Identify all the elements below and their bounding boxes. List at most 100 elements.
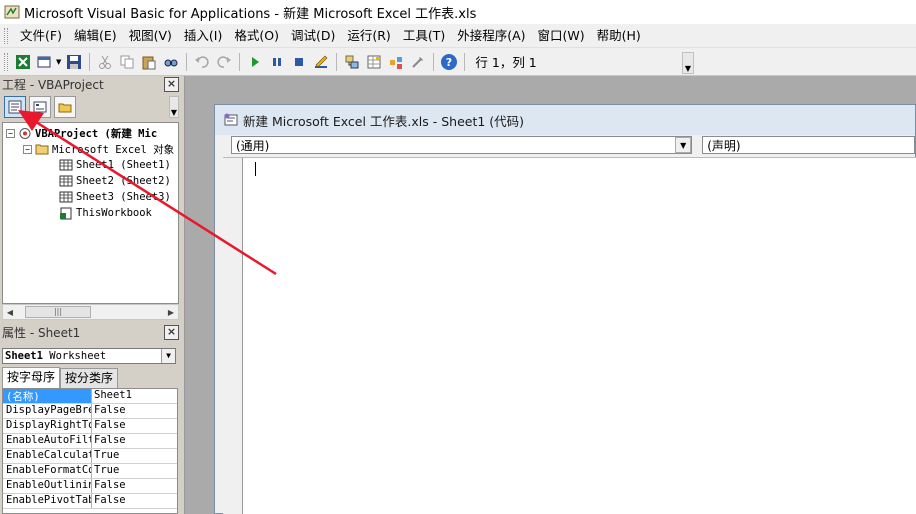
toolbar-separator	[433, 52, 435, 71]
help-icon[interactable]: ?	[439, 52, 459, 72]
scrollbar-thumb[interactable]: |||	[25, 306, 91, 318]
tree-item-label: VBAProject (新建 Mic	[35, 127, 158, 140]
menu-grip[interactable]	[4, 27, 8, 44]
menu-debug[interactable]: 调试(D)	[285, 26, 341, 46]
property-row[interactable]: DisplayRightTo False	[3, 419, 177, 434]
cut-icon[interactable]	[95, 52, 115, 72]
project-explorer-icon[interactable]	[342, 52, 362, 72]
menu-bar: 文件(F) 编辑(E) 视图(V) 插入(I) 格式(O) 调试(D) 运行(R…	[0, 24, 916, 48]
chevron-down-icon[interactable]: ▼	[161, 349, 175, 363]
toolbar-options-button[interactable]: ▼	[682, 52, 694, 74]
scroll-right-icon[interactable]: ▶	[164, 308, 178, 317]
code-editor[interactable]	[223, 157, 916, 514]
code-window-titlebar[interactable]: 新建 Microsoft Excel 工作表.xls - Sheet1 (代码)	[215, 105, 915, 135]
property-row[interactable]: EnableCalculat True	[3, 449, 177, 464]
property-value[interactable]: Sheet1	[92, 389, 132, 403]
toolbar-separator	[186, 52, 188, 71]
property-value[interactable]: False	[92, 479, 126, 493]
property-row[interactable]: DisplayPageBre False	[3, 404, 177, 419]
code-window-combos: (通用) ▼ (声明)	[215, 135, 915, 155]
code-window: 新建 Microsoft Excel 工作表.xls - Sheet1 (代码)…	[214, 104, 916, 514]
property-value[interactable]: False	[92, 494, 126, 508]
property-value[interactable]: False	[92, 404, 126, 418]
property-name: DisplayRightTo	[3, 419, 92, 433]
tree-item-sheet2[interactable]: Sheet2 (Sheet2)	[59, 173, 171, 189]
property-row[interactable]: EnableOutlinin False	[3, 479, 177, 494]
property-row[interactable]: (名称) Sheet1	[3, 389, 177, 404]
tree-item-vbaproject[interactable]: − VBAProject (新建 Mic	[6, 125, 157, 141]
menu-view[interactable]: 视图(V)	[123, 26, 178, 46]
scroll-left-icon[interactable]: ◀	[3, 308, 17, 317]
menu-format[interactable]: 格式(O)	[228, 26, 285, 46]
chevron-down-icon: ▼	[684, 64, 692, 73]
worksheet-icon	[59, 191, 73, 204]
property-value[interactable]: False	[92, 419, 126, 433]
view-object-button[interactable]	[29, 96, 51, 118]
paste-icon[interactable]	[139, 52, 159, 72]
object-select[interactable]: Sheet1 Worksheet ▼	[2, 348, 176, 364]
copy-icon[interactable]	[117, 52, 137, 72]
menu-insert[interactable]: 插入(I)	[178, 26, 228, 46]
tree-item-label: Microsoft Excel 对象	[52, 143, 175, 156]
menu-addins[interactable]: 外接程序(A)	[451, 26, 531, 46]
tree-item-sheet1[interactable]: Sheet1 (Sheet1)	[59, 157, 171, 173]
properties-tabs: 按字母序 按分类序	[2, 367, 119, 389]
object-browser-icon[interactable]	[386, 52, 406, 72]
property-row[interactable]: EnableFormatCo True	[3, 464, 177, 479]
property-row[interactable]: EnablePivotTab False	[3, 494, 177, 509]
tab-alphabetic[interactable]: 按字母序	[2, 367, 61, 388]
cursor-position-status: 行 1，列 1	[475, 55, 537, 70]
property-value[interactable]: True	[92, 449, 119, 463]
menu-help[interactable]: 帮助(H)	[591, 26, 647, 46]
undo-icon[interactable]	[192, 52, 212, 72]
excel-icon[interactable]	[13, 52, 33, 72]
properties-window-icon[interactable]	[364, 52, 384, 72]
toolbar-grip[interactable]	[4, 52, 8, 71]
toolbar-separator	[239, 52, 241, 71]
chevron-down-icon[interactable]: ▼	[675, 137, 692, 153]
properties-pane: 属性 - Sheet1 × Sheet1 Worksheet ▼ 按字母序 按分…	[0, 322, 181, 514]
design-mode-icon[interactable]	[311, 52, 331, 72]
window-title: Microsoft Visual Basic for Applications …	[24, 6, 477, 22]
reset-icon[interactable]	[289, 52, 309, 72]
property-value[interactable]: True	[92, 464, 119, 478]
property-row[interactable]: EnableAutoFilt False	[3, 434, 177, 449]
procedure-combo[interactable]: (声明)	[702, 136, 915, 154]
property-name: EnablePivotTab	[3, 494, 92, 508]
menu-edit[interactable]: 编辑(E)	[68, 26, 123, 46]
find-icon[interactable]	[161, 52, 181, 72]
tree-item-sheet3[interactable]: Sheet3 (Sheet3)	[59, 189, 171, 205]
break-icon[interactable]	[267, 52, 287, 72]
collapse-icon[interactable]: −	[23, 144, 32, 154]
code-window-icon	[224, 113, 238, 126]
redo-icon[interactable]	[214, 52, 234, 72]
menu-run[interactable]: 运行(R)	[341, 26, 396, 46]
view-code-button[interactable]	[4, 96, 26, 118]
toggle-folders-button[interactable]	[54, 96, 76, 118]
menu-file[interactable]: 文件(F)	[14, 26, 68, 46]
property-name: EnableAutoFilt	[3, 434, 92, 448]
vba-app-icon	[4, 5, 20, 19]
menu-window[interactable]: 窗口(W)	[532, 26, 591, 46]
project-tree-hscrollbar[interactable]: ◀ ||| ▶	[2, 304, 179, 320]
margin-indicator-bar[interactable]	[223, 158, 243, 514]
project-pane-toolbar: ▼	[0, 93, 181, 121]
tree-item-excel-objects[interactable]: − Microsoft Excel 对象	[23, 141, 174, 157]
properties-pane-close-button[interactable]: ×	[164, 325, 179, 340]
property-value[interactable]: False	[92, 434, 126, 448]
run-icon[interactable]	[245, 52, 265, 72]
save-icon[interactable]	[64, 52, 84, 72]
tab-categorized[interactable]: 按分类序	[60, 368, 119, 388]
project-pane-close-button[interactable]: ×	[164, 77, 179, 92]
toolbar-empty-area	[694, 48, 916, 76]
menu-tools[interactable]: 工具(T)	[397, 26, 451, 46]
tree-item-thisworkbook[interactable]: ThisWorkbook	[59, 205, 152, 221]
properties-pane-header: 属性 - Sheet1 ×	[0, 324, 181, 341]
toolbox-icon[interactable]	[408, 52, 428, 72]
object-combo[interactable]: (通用) ▼	[231, 136, 693, 154]
collapse-icon[interactable]: −	[6, 128, 15, 138]
insert-userform-icon[interactable]	[35, 52, 55, 72]
toolbar-scroll-button[interactable]: ▼	[169, 96, 179, 118]
project-pane-title: 工程 - VBAProject	[2, 78, 104, 92]
chevron-down-icon[interactable]: ▼	[56, 58, 61, 66]
